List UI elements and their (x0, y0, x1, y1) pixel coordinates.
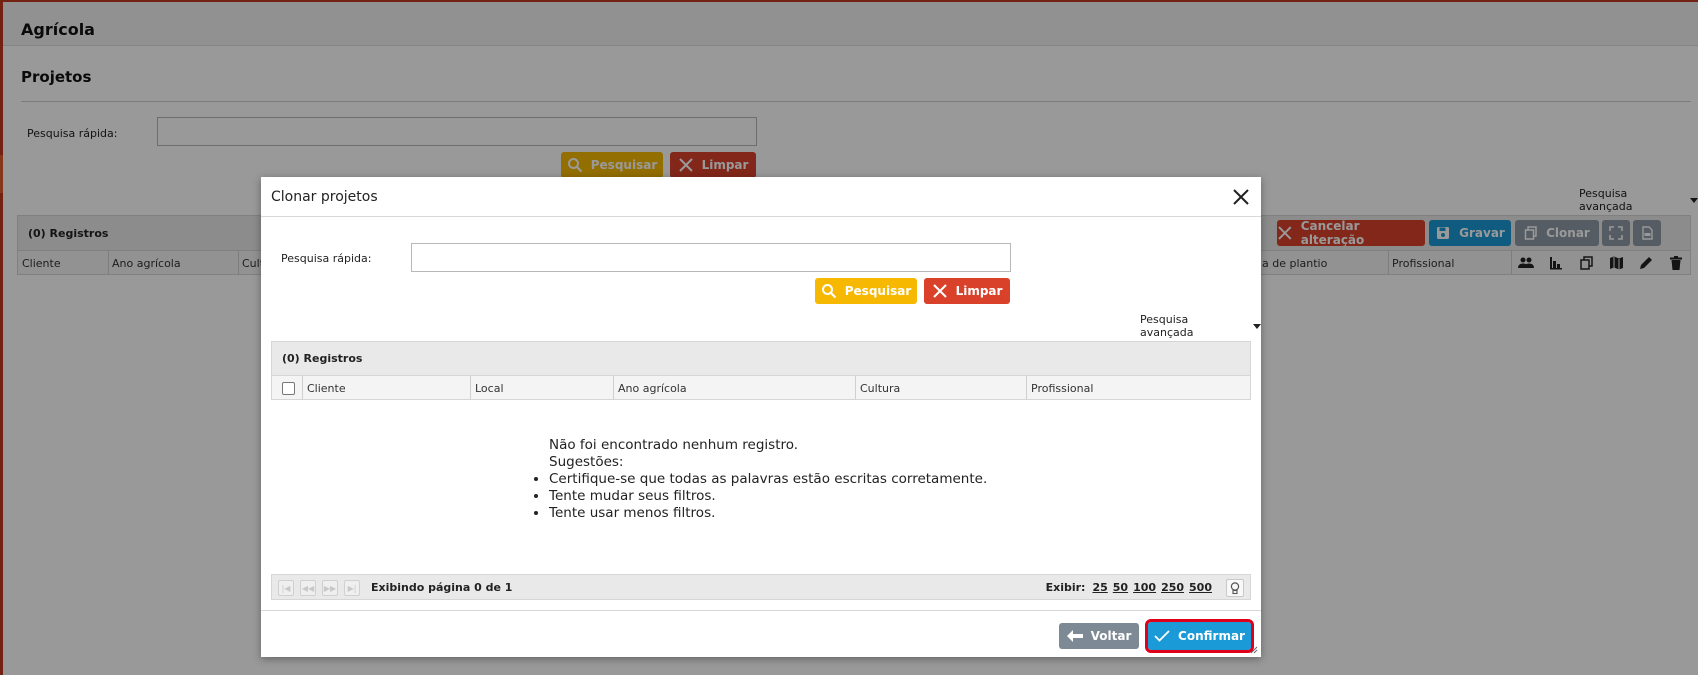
suggestion-item: Tente usar menos filtros. (549, 505, 987, 522)
last-page-button[interactable]: ▶| (344, 580, 360, 596)
confirm-button-label: Confirmar (1178, 629, 1245, 643)
pagination-bar: |◀ ◀◀ ▶▶ ▶| Exibindo página 0 de 1 Exibi… (271, 574, 1251, 600)
column-header-cultura[interactable]: Cultura (860, 382, 900, 395)
search-icon (821, 284, 837, 299)
page-status: Exibindo página 0 de 1 (371, 581, 513, 594)
confirm-button[interactable]: Confirmar (1145, 619, 1254, 653)
clone-projects-dialog: Clonar projetos Pesquisa rápida: Pesquis… (261, 177, 1261, 657)
arrow-left-icon (1066, 630, 1083, 642)
close-icon (932, 284, 947, 298)
modal-search-button-label: Pesquisar (844, 284, 912, 298)
dialog-title: Clonar projetos (271, 189, 378, 205)
column-divider (302, 376, 303, 399)
suggestions-label: Sugestões: (549, 454, 624, 470)
next-page-button[interactable]: ▶▶ (322, 580, 338, 596)
prev-page-button[interactable]: ◀◀ (300, 580, 316, 596)
modal-clear-button[interactable]: Limpar (924, 278, 1010, 304)
column-header-local[interactable]: Local (475, 382, 504, 395)
back-button[interactable]: Voltar (1059, 623, 1139, 649)
column-divider (613, 376, 614, 399)
chevron-down-icon (1253, 323, 1261, 329)
tips-button[interactable] (1226, 579, 1244, 597)
suggestions-list: Certifique-se que todas as palavras estã… (531, 471, 987, 522)
column-divider (470, 376, 471, 399)
check-icon (1154, 630, 1170, 642)
page-size-100[interactable]: 100 (1133, 581, 1156, 594)
modal-advanced-search-label: Pesquisa avançada (1140, 313, 1194, 339)
dialog-footer-divider (261, 610, 1261, 611)
page-size-500[interactable]: 500 (1189, 581, 1212, 594)
column-header-profissional[interactable]: Profissional (1031, 382, 1093, 395)
select-all-checkbox[interactable] (282, 382, 295, 395)
modal-clear-button-label: Limpar (955, 284, 1003, 298)
modal-search-button[interactable]: Pesquisar (815, 278, 917, 304)
modal-quick-search-input[interactable] (411, 243, 1011, 272)
modal-records-count: (0) Registros (282, 352, 363, 365)
empty-message: Não foi encontrado nenhum registro. (549, 437, 799, 453)
page-size-25[interactable]: 25 (1092, 581, 1107, 594)
suggestion-item: Tente mudar seus filtros. (549, 488, 987, 505)
first-page-button[interactable]: |◀ (278, 580, 294, 596)
modal-grid-header: Cliente Local Ano agrícola Cultura Profi… (271, 375, 1251, 400)
column-divider (855, 376, 856, 399)
lightbulb-icon (1230, 581, 1240, 594)
column-divider (1026, 376, 1027, 399)
modal-quick-search-label: Pesquisa rápida: (281, 252, 372, 265)
page-size-50[interactable]: 50 (1113, 581, 1128, 594)
back-button-label: Voltar (1090, 629, 1132, 643)
page-size-selector: Exibir: 25 50 100 250 500 (1046, 581, 1212, 594)
column-header-cliente[interactable]: Cliente (307, 382, 346, 395)
suggestion-item: Certifique-se que todas as palavras estã… (549, 471, 987, 488)
empty-state: Não foi encontrado nenhum registro. Suge… (531, 437, 987, 522)
resize-grip-icon[interactable] (1250, 646, 1258, 654)
page-size-250[interactable]: 250 (1161, 581, 1184, 594)
column-header-ano-agricola[interactable]: Ano agrícola (618, 382, 687, 395)
close-icon[interactable] (1231, 187, 1251, 207)
page-size-label: Exibir: (1045, 581, 1086, 594)
dialog-header: Clonar projetos (261, 177, 1261, 217)
modal-advanced-search-toggle[interactable]: Pesquisa avançada (1140, 313, 1261, 339)
